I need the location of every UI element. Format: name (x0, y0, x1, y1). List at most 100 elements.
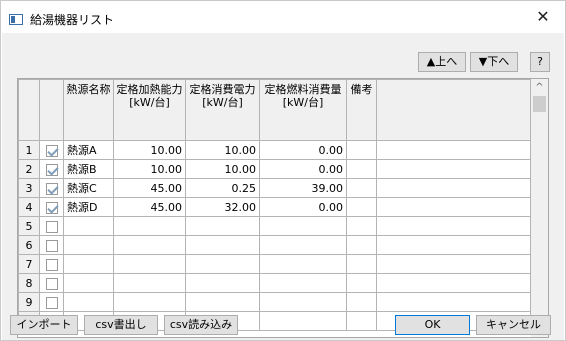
column-header-fuel[interactable]: 定格燃料消費量 [kW/台] (259, 79, 347, 141)
cell-fuel-consumption[interactable] (259, 292, 347, 312)
cell-heat-capacity[interactable] (113, 292, 186, 312)
table-row[interactable]: 2 熱源B 10.00 10.00 0.00 (18, 159, 531, 179)
row-checkbox[interactable] (45, 277, 58, 290)
cell-power-consumption[interactable]: 10.00 (185, 159, 260, 179)
table-row[interactable]: 8 (18, 273, 531, 293)
cell-name[interactable]: 熱源B (63, 159, 114, 179)
table-row[interactable]: 7 (18, 254, 531, 274)
column-header-note[interactable]: 備考 (346, 79, 377, 141)
table-row[interactable]: 1 熱源A 10.00 10.00 0.00 (18, 140, 531, 160)
cell-heat-capacity[interactable] (113, 254, 186, 274)
cell-fuel-consumption[interactable] (259, 311, 347, 331)
cell-note[interactable] (346, 197, 377, 217)
table-row[interactable]: 5 (18, 216, 531, 236)
table-row[interactable]: 6 (18, 235, 531, 255)
cell-heat-capacity[interactable] (113, 235, 186, 255)
row-header[interactable]: 8 (18, 273, 40, 293)
row-checkbox[interactable] (45, 239, 58, 252)
cell-name[interactable] (63, 254, 114, 274)
cell-power-consumption[interactable]: 0.25 (185, 178, 260, 198)
cell-name[interactable] (63, 235, 114, 255)
row-checkbox[interactable] (45, 201, 58, 214)
cell-heat-capacity[interactable]: 45.00 (113, 197, 186, 217)
row-checkbox[interactable] (45, 258, 58, 271)
scroll-thumb[interactable] (533, 96, 546, 112)
row-header[interactable]: 4 (18, 197, 40, 217)
row-checkbox-cell[interactable] (39, 178, 64, 198)
row-header[interactable]: 9 (18, 292, 40, 312)
cell-note[interactable] (346, 254, 377, 274)
row-checkbox[interactable] (45, 182, 58, 195)
row-checkbox-cell[interactable] (39, 140, 64, 160)
csv-export-button[interactable]: csv書出し (84, 315, 158, 335)
cancel-button[interactable]: キャンセル (476, 315, 551, 335)
cell-power-consumption[interactable]: 10.00 (185, 140, 260, 160)
cell-heat-capacity[interactable] (113, 216, 186, 236)
column-header-name[interactable]: 熱源名称 (63, 79, 114, 141)
move-down-button[interactable]: ▼下へ (470, 52, 518, 72)
cell-note[interactable] (346, 178, 377, 198)
cell-fuel-consumption[interactable]: 39.00 (259, 178, 347, 198)
ok-button[interactable]: OK (395, 315, 470, 335)
row-header[interactable]: 5 (18, 216, 40, 236)
help-button[interactable]: ? (530, 52, 550, 72)
move-up-button[interactable]: ▲上へ (418, 52, 466, 72)
cell-note[interactable] (346, 216, 377, 236)
row-header[interactable]: 2 (18, 159, 40, 179)
cell-name[interactable]: 熱源D (63, 197, 114, 217)
cell-power-consumption[interactable] (185, 216, 260, 236)
scroll-up-icon[interactable]: ^ (531, 79, 548, 96)
row-checkbox-cell[interactable] (39, 197, 64, 217)
table-row[interactable]: 9 (18, 292, 531, 312)
row-checkbox-cell[interactable] (39, 292, 64, 312)
cell-heat-capacity[interactable]: 10.00 (113, 140, 186, 160)
cell-fuel-consumption[interactable]: 0.00 (259, 140, 347, 160)
row-header[interactable]: 6 (18, 235, 40, 255)
cell-heat-capacity[interactable]: 45.00 (113, 178, 186, 198)
row-checkbox[interactable] (45, 220, 58, 233)
row-checkbox-cell[interactable] (39, 235, 64, 255)
cell-note[interactable] (346, 292, 377, 312)
csv-import-button[interactable]: csv読み込み (164, 315, 238, 335)
cell-fuel-consumption[interactable]: 0.00 (259, 197, 347, 217)
close-button[interactable]: ✕ (523, 3, 563, 31)
cell-fuel-consumption[interactable] (259, 216, 347, 236)
cell-fuel-consumption[interactable]: 0.00 (259, 159, 347, 179)
table-row[interactable]: 4 熱源D 45.00 32.00 0.00 (18, 197, 531, 217)
import-button[interactable]: インポート (10, 315, 78, 335)
row-header[interactable]: 3 (18, 178, 40, 198)
cell-heat-capacity[interactable]: 10.00 (113, 159, 186, 179)
vertical-scrollbar[interactable]: ^ v (531, 79, 548, 337)
cell-fuel-consumption[interactable] (259, 235, 347, 255)
column-header-power[interactable]: 定格消費電力 [kW/台] (185, 79, 260, 141)
cell-fuel-consumption[interactable] (259, 254, 347, 274)
cell-name[interactable] (63, 216, 114, 236)
row-checkbox-cell[interactable] (39, 159, 64, 179)
cell-power-consumption[interactable] (185, 292, 260, 312)
row-checkbox[interactable] (45, 296, 58, 309)
row-checkbox-cell[interactable] (39, 254, 64, 274)
cell-note[interactable] (346, 235, 377, 255)
cell-note[interactable] (346, 273, 377, 293)
cell-note[interactable] (346, 140, 377, 160)
column-header-heat[interactable]: 定格加熱能力 [kW/台] (113, 79, 186, 141)
row-checkbox-cell[interactable] (39, 216, 64, 236)
row-header[interactable]: 7 (18, 254, 40, 274)
cell-note[interactable] (346, 159, 377, 179)
cell-power-consumption[interactable] (185, 273, 260, 293)
cell-name[interactable]: 熱源C (63, 178, 114, 198)
row-checkbox[interactable] (45, 163, 58, 176)
cell-fuel-consumption[interactable] (259, 273, 347, 293)
row-checkbox[interactable] (45, 144, 58, 157)
cell-heat-capacity[interactable] (113, 273, 186, 293)
cell-power-consumption[interactable]: 32.00 (185, 197, 260, 217)
cell-power-consumption[interactable] (185, 254, 260, 274)
row-checkbox-cell[interactable] (39, 273, 64, 293)
cell-note[interactable] (346, 311, 377, 331)
cell-name[interactable]: 熱源A (63, 140, 114, 160)
cell-name[interactable] (63, 292, 114, 312)
cell-power-consumption[interactable] (185, 235, 260, 255)
row-header[interactable]: 1 (18, 140, 40, 160)
table-row[interactable]: 3 熱源C 45.00 0.25 39.00 (18, 178, 531, 198)
cell-name[interactable] (63, 273, 114, 293)
